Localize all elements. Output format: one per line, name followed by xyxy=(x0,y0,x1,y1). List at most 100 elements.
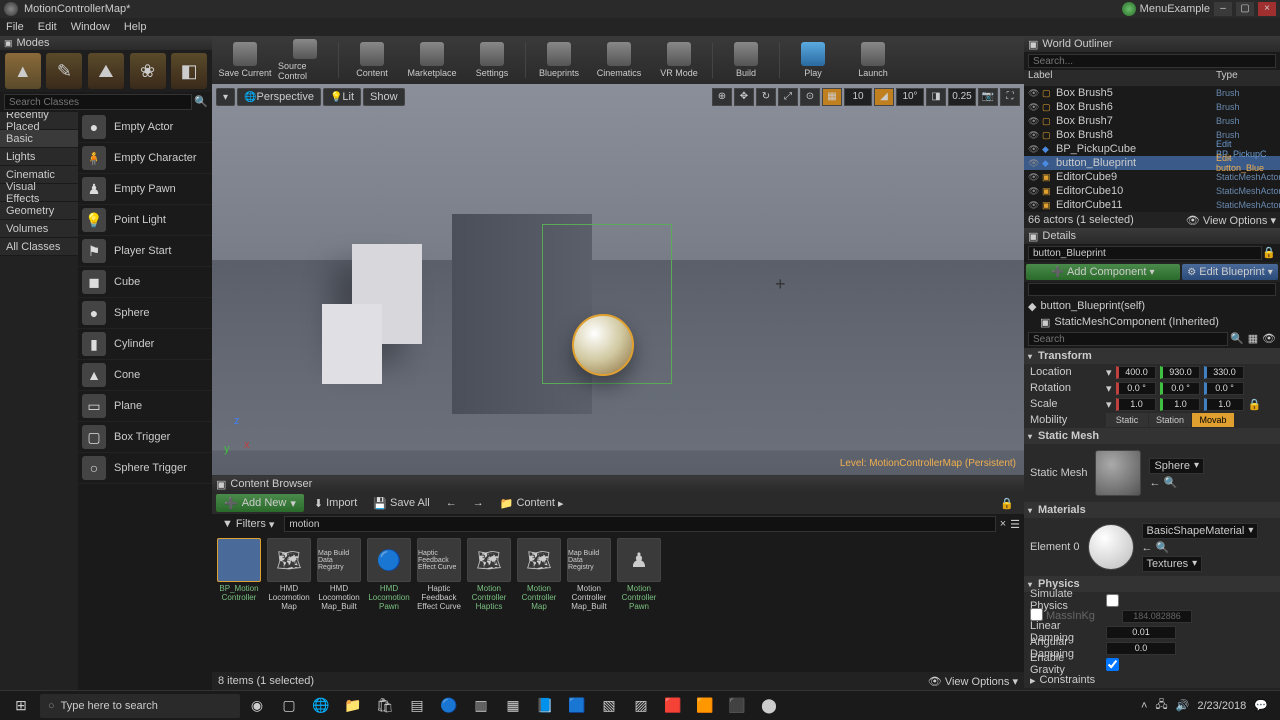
details-search-input[interactable] xyxy=(1028,332,1228,346)
actor-lock-icon[interactable]: 🔒 xyxy=(1262,246,1276,260)
lit-dropdown[interactable]: 💡 Lit xyxy=(323,88,361,106)
place-empty-pawn[interactable]: ♟Empty Pawn xyxy=(78,174,212,205)
scale-snap-value[interactable]: 0.25 xyxy=(948,88,976,106)
modes-header[interactable]: ▣Modes xyxy=(0,36,212,50)
scale-z-input[interactable]: 1.0 xyxy=(1204,398,1244,411)
place-sphere[interactable]: ●Sphere xyxy=(78,298,212,329)
location-y-input[interactable]: 930.0 xyxy=(1160,366,1200,379)
outliner-view-options[interactable]: 👁 View Options ▾ xyxy=(1186,214,1276,227)
linear-damping-input[interactable]: 0.01 xyxy=(1106,626,1176,639)
taskbar-search[interactable]: ○ Type here to search xyxy=(40,694,240,718)
constraints-row[interactable]: ▸Constraints xyxy=(1024,672,1280,688)
scale-y-input[interactable]: 1.0 xyxy=(1160,398,1200,411)
history-fwd-button[interactable]: → xyxy=(467,494,490,512)
chrome-icon[interactable]: 🔵 xyxy=(434,693,464,719)
epic-launcher-icon[interactable]: ⬛ xyxy=(722,693,752,719)
edit-blueprint-button[interactable]: ⚙ Edit Blueprint ▾ xyxy=(1182,264,1278,280)
find-icon[interactable]: 🔍 xyxy=(1156,542,1170,554)
geometry-mode-tab[interactable]: ◧ xyxy=(171,53,207,89)
angle-snap-value[interactable]: 10° xyxy=(896,88,924,106)
content-browser-header[interactable]: ▣Content Browser xyxy=(212,476,1024,492)
start-button[interactable]: ⊞ xyxy=(4,693,38,719)
app-icon[interactable]: 🟥 xyxy=(658,693,688,719)
menu-example-label[interactable]: MenuExample xyxy=(1140,3,1210,15)
cat-visual-effects[interactable]: Visual Effects xyxy=(0,184,78,202)
menu-file[interactable]: File xyxy=(6,21,24,33)
unreal-editor-icon[interactable]: ⬤ xyxy=(754,693,784,719)
component-static-mesh[interactable]: ▣StaticMeshComponent (Inherited) xyxy=(1024,314,1280,330)
save-all-button[interactable]: 💾 Save All xyxy=(367,494,435,512)
selected-sphere-actor[interactable] xyxy=(572,314,634,376)
place-cone[interactable]: ▲Cone xyxy=(78,360,212,391)
camera-speed-icon[interactable]: 📷 xyxy=(978,88,998,106)
blueprints-button[interactable]: Blueprints xyxy=(532,39,586,81)
launch-button[interactable]: Launch xyxy=(846,39,900,81)
textures-dropdown[interactable]: Textures ▾ xyxy=(1142,556,1203,572)
cinematics-button[interactable]: Cinematics xyxy=(592,39,646,81)
place-player-start[interactable]: ⚑Player Start xyxy=(78,236,212,267)
task-view-icon[interactable]: ▢ xyxy=(274,693,304,719)
materials-section-header[interactable]: Materials xyxy=(1024,502,1280,518)
static-mesh-section-header[interactable]: Static Mesh xyxy=(1024,428,1280,444)
cat-geometry[interactable]: Geometry xyxy=(0,202,78,220)
landscape-mode-tab[interactable]: ⛰ xyxy=(88,53,124,89)
mass-value[interactable]: 184.082886 xyxy=(1122,610,1192,623)
scale-tool-icon[interactable]: ⤢ xyxy=(778,88,798,106)
actor-name-input[interactable] xyxy=(1028,246,1262,260)
photoshop-icon[interactable]: 🟦 xyxy=(562,693,592,719)
save-current-button[interactable]: Save Current xyxy=(218,39,272,81)
place-empty-character[interactable]: 🧍Empty Character xyxy=(78,143,212,174)
store-icon[interactable]: 🛍 xyxy=(370,693,400,719)
app-icon[interactable]: ▥ xyxy=(466,693,496,719)
angle-snap-icon[interactable]: ◢ xyxy=(874,88,894,106)
content-search-input[interactable] xyxy=(284,516,995,532)
viewport-options-button[interactable]: ▾ xyxy=(216,88,235,106)
asset-item[interactable]: 🗺HMD Locomotion Map xyxy=(266,538,312,668)
outliner-row[interactable]: 👁▢Box Brush5Brush xyxy=(1024,86,1280,100)
show-dropdown[interactable]: Show xyxy=(363,88,405,106)
asset-item[interactable]: Map Build Data RegistryHMD Locomotion Ma… xyxy=(316,538,362,668)
filters-dropdown[interactable]: ▼ Filters ▾ xyxy=(216,515,280,533)
asset-item[interactable]: BP_Motion Controller xyxy=(216,538,262,668)
asset-item[interactable]: 🗺Motion Controller Haptics xyxy=(466,538,512,668)
enable-gravity-checkbox[interactable] xyxy=(1106,658,1119,671)
edge-icon[interactable]: 🌐 xyxy=(306,693,336,719)
add-component-button[interactable]: ➕ Add Component ▾ xyxy=(1026,264,1180,280)
history-back-button[interactable]: ← xyxy=(440,494,463,512)
asset-item[interactable]: Map Build Data RegistryMotion Controller… xyxy=(566,538,612,668)
place-cylinder[interactable]: ▮Cylinder xyxy=(78,329,212,360)
menu-window[interactable]: Window xyxy=(71,21,110,33)
app-icon[interactable]: 🟧 xyxy=(690,693,720,719)
cat-volumes[interactable]: Volumes xyxy=(0,220,78,238)
world-outliner-header[interactable]: ▣World Outliner xyxy=(1024,36,1280,52)
add-new-button[interactable]: ➕ Add New ▾ xyxy=(216,494,304,512)
details-header[interactable]: ▣Details xyxy=(1024,228,1280,244)
cat-lights[interactable]: Lights xyxy=(0,148,78,166)
eye-icon[interactable]: 👁 xyxy=(1262,332,1276,346)
place-mode-tab[interactable]: ▲ xyxy=(5,53,41,89)
place-box-trigger[interactable]: ▢Box Trigger xyxy=(78,422,212,453)
vr-mode-button[interactable]: VR Mode xyxy=(652,39,706,81)
property-matrix-icon[interactable]: ▦ xyxy=(1246,332,1260,346)
asset-item[interactable]: 🔵HMD Locomotion Pawn xyxy=(366,538,412,668)
material-thumb-icon[interactable] xyxy=(1088,524,1134,570)
scale-x-input[interactable]: 1.0 xyxy=(1116,398,1156,411)
foliage-mode-tab[interactable]: ❀ xyxy=(130,53,166,89)
static-mesh-thumb-icon[interactable] xyxy=(1095,450,1141,496)
transform-section-header[interactable]: Transform xyxy=(1024,348,1280,364)
component-self[interactable]: ◆button_Blueprint(self) xyxy=(1024,298,1280,314)
menu-edit[interactable]: Edit xyxy=(38,21,57,33)
grid-snap-icon[interactable]: ▦ xyxy=(822,88,842,106)
minimize-button[interactable]: – xyxy=(1214,2,1232,16)
material-dropdown[interactable]: BasicShapeMaterial ▾ xyxy=(1142,523,1259,539)
browse-icon[interactable]: ← xyxy=(1142,542,1153,554)
maximize-button[interactable]: ▢ xyxy=(1236,2,1254,16)
outliner-row[interactable]: 👁▢Box Brush7Brush xyxy=(1024,114,1280,128)
outliner-search-input[interactable] xyxy=(1028,54,1276,68)
app-icon[interactable]: ▤ xyxy=(402,693,432,719)
cat-recently-placed[interactable]: Recently Placed xyxy=(0,112,78,130)
place-plane[interactable]: ▭Plane xyxy=(78,391,212,422)
import-button[interactable]: ⬇ Import xyxy=(308,494,363,512)
location-x-input[interactable]: 400.0 xyxy=(1116,366,1156,379)
paint-mode-tab[interactable]: ✎ xyxy=(46,53,82,89)
